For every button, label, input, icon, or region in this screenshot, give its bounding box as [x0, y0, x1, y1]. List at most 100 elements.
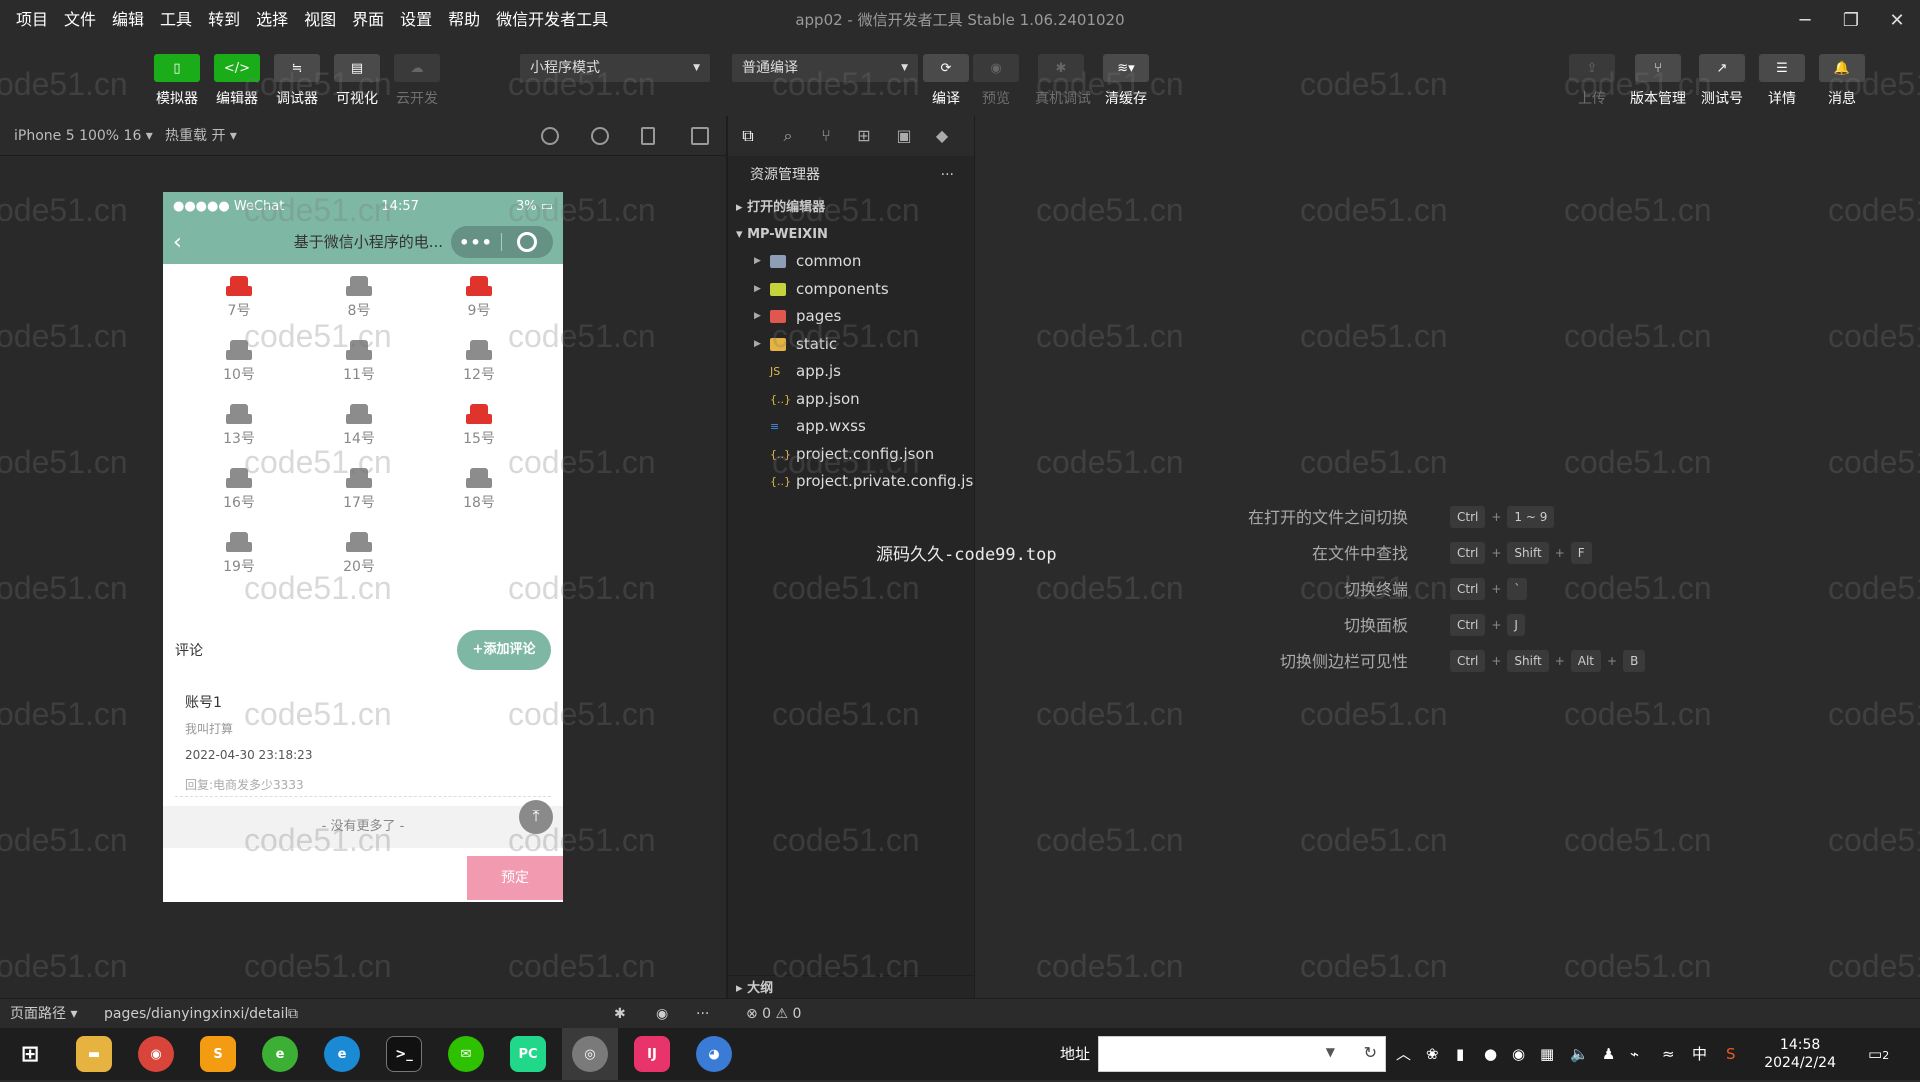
add-comment-button[interactable]: +添加评论 — [457, 630, 551, 670]
version-button[interactable]: ⑂ 版本管理 — [1630, 54, 1686, 108]
more-icon[interactable]: ··· — [941, 156, 954, 194]
wechat-devtools-icon[interactable]: ◎ — [572, 1036, 608, 1072]
menu-item[interactable]: 设置 — [392, 0, 440, 40]
ime-indicator[interactable]: 中 — [1692, 1028, 1707, 1080]
volume-icon[interactable]: 🔈 — [1570, 1028, 1589, 1080]
folder-item[interactable]: ▶ common — [728, 248, 974, 276]
copy-icon[interactable]: ⧉ — [288, 999, 298, 1029]
project-section[interactable]: ▾ MP-WEIXIN — [728, 221, 974, 248]
sublime-icon[interactable]: S — [200, 1036, 236, 1072]
cloud-dev-button[interactable]: ☁ 云开发 — [391, 54, 443, 108]
upload-button[interactable]: ⇪ 上传 — [1566, 54, 1618, 108]
menu-item[interactable]: 界面 — [344, 0, 392, 40]
search-icon[interactable]: ⌕ — [778, 126, 798, 146]
folder-item[interactable]: ▶ pages — [728, 303, 974, 331]
tray-app-icon[interactable]: ❀ — [1426, 1028, 1439, 1080]
chrome-icon[interactable]: ◉ — [138, 1036, 174, 1072]
intellij-icon[interactable]: IJ — [634, 1036, 670, 1072]
stop-icon[interactable] — [591, 127, 609, 145]
file-item[interactable]: JS app.js — [728, 358, 974, 386]
wechat-icon[interactable]: ✉ — [448, 1036, 484, 1072]
close-miniprogram-icon[interactable] — [502, 232, 552, 252]
extensions-icon[interactable]: ⊞ — [854, 126, 874, 146]
test-account-button[interactable]: ↗ 测试号 — [1696, 54, 1748, 108]
tray-expand-icon[interactable]: ︿ — [1396, 1028, 1411, 1080]
messages-button[interactable]: 🔔 消息 — [1816, 54, 1868, 108]
file-item[interactable]: {..} app.json — [728, 386, 974, 414]
seat-item[interactable]: 20号 — [329, 532, 389, 576]
device-select[interactable]: iPhone 5 100% 16 ▾ — [14, 116, 153, 156]
menu-item[interactable]: 视图 — [296, 0, 344, 40]
menu-item[interactable]: 转到 — [200, 0, 248, 40]
book-button[interactable]: 预定 — [467, 856, 563, 900]
menu-item[interactable]: 帮助 — [440, 0, 488, 40]
mode-select[interactable]: 小程序模式 ▼ — [520, 54, 710, 82]
tray-app-icon[interactable]: ● — [1484, 1028, 1497, 1080]
files-icon[interactable]: ⧉ — [738, 126, 758, 146]
seat-item[interactable]: 13号 — [209, 404, 269, 448]
problems-indicator[interactable]: ⊗ 0 ⚠ 0 — [746, 999, 801, 1029]
wifi-icon[interactable]: ≈ — [1662, 1028, 1675, 1080]
microphone-icon[interactable]: ▮ — [1456, 1028, 1464, 1080]
folder-item[interactable]: ▶ static — [728, 331, 974, 359]
file-item[interactable]: ≡ app.wxss — [728, 413, 974, 441]
menu-item[interactable]: 工具 — [152, 0, 200, 40]
device-icon[interactable] — [641, 127, 655, 145]
compile-button[interactable]: ⟳ 编译 — [920, 54, 972, 108]
terminal-icon[interactable]: >_ — [386, 1036, 422, 1072]
seat-item[interactable]: 11号 — [329, 340, 389, 384]
rotate-icon[interactable] — [541, 127, 559, 145]
file-item[interactable]: {..} project.private.config.js... — [728, 468, 988, 496]
storage-icon[interactable]: ▣ — [894, 126, 914, 146]
seat-item[interactable]: 18号 — [449, 468, 509, 512]
edge-icon[interactable]: e — [324, 1036, 360, 1072]
back-to-top-icon[interactable]: ⤒ — [519, 800, 553, 834]
more-icon[interactable]: ··· — [696, 999, 709, 1029]
close-button[interactable]: ✕ — [1874, 0, 1920, 40]
qq-icon[interactable]: ♟ — [1602, 1028, 1615, 1080]
notification-icon[interactable]: ▭2 — [1868, 1028, 1889, 1082]
back-arrow-icon[interactable]: ‹ — [173, 230, 182, 255]
simulator-button[interactable]: ▯ 模拟器 — [151, 54, 203, 108]
browser-icon[interactable]: e — [262, 1036, 298, 1072]
seat-item[interactable]: 12号 — [449, 340, 509, 384]
outline-section[interactable]: ▸ 大纲 — [728, 975, 974, 1000]
popout-icon[interactable] — [691, 127, 709, 145]
seat-item[interactable]: 10号 — [209, 340, 269, 384]
clear-cache-button[interactable]: ≋▾ 清缓存 — [1100, 54, 1152, 108]
file-explorer-icon[interactable]: ▬ — [76, 1036, 112, 1072]
menu-item[interactable]: 编辑 — [104, 0, 152, 40]
pycharm-icon[interactable]: PC — [510, 1036, 546, 1072]
tray-app-icon[interactable]: ◉ — [1512, 1028, 1525, 1080]
menu-item[interactable]: 文件 — [56, 0, 104, 40]
seat-item[interactable]: 15号 — [449, 404, 509, 448]
address-input[interactable]: ▼ ↻ — [1098, 1036, 1386, 1072]
seat-item[interactable]: 9号 — [449, 276, 509, 320]
preview-button[interactable]: ◉ 预览 — [970, 54, 1022, 108]
refresh-icon[interactable]: ↻ — [1364, 1043, 1377, 1062]
seat-item[interactable]: 7号 — [209, 276, 269, 320]
compile-mode-select[interactable]: 普通编译 ▼ — [732, 54, 918, 82]
menu-item[interactable]: 项目 — [8, 0, 56, 40]
details-button[interactable]: ☰ 详情 — [1756, 54, 1808, 108]
folder-item[interactable]: ▶ components — [728, 276, 974, 304]
network-icon[interactable]: ⌁ — [1630, 1028, 1639, 1080]
eye-icon[interactable]: ◉ — [656, 999, 668, 1029]
file-item[interactable]: {..} project.config.json — [728, 441, 974, 469]
open-editors-section[interactable]: ▸ 打开的编辑器 — [728, 194, 974, 221]
windows-start-icon[interactable]: ⊞ — [12, 1036, 48, 1072]
sogou-icon[interactable]: S — [1726, 1028, 1736, 1080]
source-control-icon[interactable]: ⑂ — [816, 126, 836, 146]
system-clock[interactable]: 14:58 2024/2/24 — [1764, 1036, 1836, 1072]
app-icon[interactable]: ◕ — [696, 1036, 732, 1072]
visual-button[interactable]: ▤ 可视化 — [331, 54, 383, 108]
seat-item[interactable]: 8号 — [329, 276, 389, 320]
seat-item[interactable]: 16号 — [209, 468, 269, 512]
tray-app-icon[interactable]: ▦ — [1540, 1028, 1554, 1080]
minimize-button[interactable]: ─ — [1782, 0, 1828, 40]
menu-item[interactable]: 微信开发者工具 — [488, 0, 616, 40]
seat-item[interactable]: 14号 — [329, 404, 389, 448]
more-dots-icon[interactable]: ••• — [451, 233, 501, 252]
seat-item[interactable]: 17号 — [329, 468, 389, 512]
docker-icon[interactable]: ◆ — [932, 126, 952, 146]
